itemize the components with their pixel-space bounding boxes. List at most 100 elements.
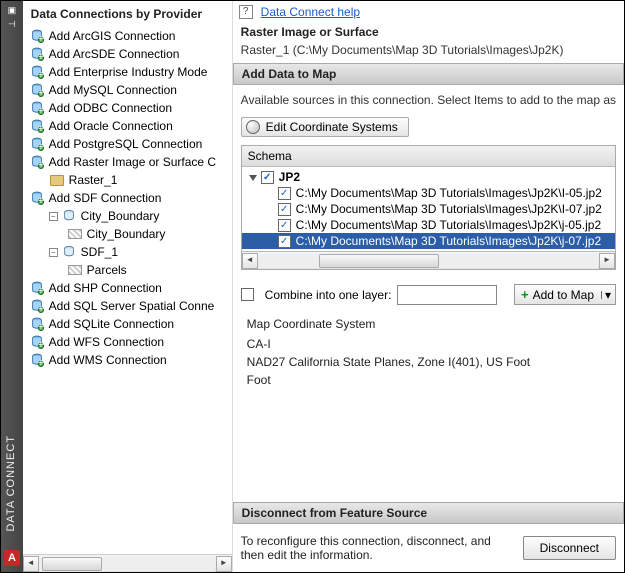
tree-item-label: Add ArcGIS Connection (49, 29, 176, 43)
scroll-right-icon[interactable]: ► (599, 253, 615, 269)
svg-text:+: + (38, 51, 44, 61)
svg-text:+: + (38, 69, 44, 79)
schema-row-label: C:\My Documents\Map 3D Tutorials\Images\… (296, 218, 601, 232)
tree-item[interactable]: + Add SHP Connection (27, 279, 232, 297)
provider-hscroll[interactable]: ◄ ► (23, 554, 232, 572)
database-icon: + (29, 190, 45, 206)
add-data-bar: Add Data to Map (233, 63, 624, 85)
tree-item[interactable]: + Add Raster Image or Surface C (27, 153, 232, 171)
tree-item[interactable]: + Add PostgreSQL Connection (27, 135, 232, 153)
combine-input[interactable] (397, 285, 497, 305)
tree-item[interactable]: + Add ArcSDE Connection (27, 45, 232, 63)
disconnect-text: To reconfigure this connection, disconne… (241, 534, 513, 562)
tree-item[interactable]: +Add WFS Connection (27, 333, 232, 351)
collapse-icon[interactable]: − (49, 212, 58, 221)
scroll-right-icon[interactable]: ► (216, 556, 232, 572)
tree-item[interactable]: Parcels (27, 261, 232, 279)
tree-item[interactable]: + Add Enterprise Industry Mode (27, 63, 232, 81)
svg-text:+: + (38, 105, 44, 115)
schema-root-label: JP2 (279, 170, 300, 184)
svg-text:+: + (38, 303, 44, 313)
collapse-icon[interactable]: − (49, 248, 58, 257)
restore-icon[interactable]: ▣ (7, 5, 17, 15)
coord-title: Map Coordinate System (247, 315, 610, 333)
schema-hscroll[interactable]: ◄ ► (242, 251, 615, 269)
scroll-thumb[interactable] (319, 254, 439, 268)
scroll-left-icon[interactable]: ◄ (242, 253, 258, 269)
add-to-map-button[interactable]: + Add to Map ▾ (514, 284, 616, 305)
database-icon: + (29, 118, 45, 134)
tree-item-label: Add WMS Connection (49, 353, 167, 367)
svg-text:+: + (38, 141, 44, 151)
svg-text:+: + (38, 285, 44, 295)
svg-text:+: + (38, 159, 44, 169)
dropdown-icon[interactable]: ▾ (601, 291, 609, 299)
tree-item[interactable]: + Add SQL Server Spatial Conne (27, 297, 232, 315)
schema-row-checkbox[interactable] (278, 235, 291, 248)
app-logo: A (4, 550, 20, 566)
scroll-thumb[interactable] (42, 557, 102, 571)
tree-item-label: City_Boundary (87, 227, 166, 241)
schema-root-checkbox[interactable] (261, 171, 274, 184)
schema-row[interactable]: C:\My Documents\Map 3D Tutorials\Images\… (242, 201, 615, 217)
edit-coord-label: Edit Coordinate Systems (266, 120, 398, 134)
collapse-icon[interactable] (248, 172, 258, 182)
schema-row-checkbox[interactable] (278, 219, 291, 232)
pin-icon[interactable]: ⊣ (7, 19, 17, 29)
tree-item[interactable]: −SDF_1 (27, 243, 232, 261)
tree-item-label: Add PostgreSQL Connection (49, 137, 203, 151)
svg-text:+: + (38, 357, 44, 367)
provider-tree[interactable]: + Add ArcGIS Connection + Add ArcSDE Connec… (23, 25, 232, 554)
schema-root[interactable]: JP2 (242, 169, 615, 185)
database-icon: + (29, 46, 45, 62)
coord-line1: CA-I (247, 335, 610, 353)
schema-row-label: C:\My Documents\Map 3D Tutorials\Images\… (296, 202, 602, 216)
tree-item[interactable]: City_Boundary (27, 225, 232, 243)
tree-item[interactable]: + Add WMS Connection (27, 351, 232, 369)
tree-item-label: Add SHP Connection (49, 281, 162, 295)
globe-icon (246, 120, 260, 134)
tree-item-label: Parcels (87, 263, 127, 277)
tree-item[interactable]: + Add ODBC Connection (27, 99, 232, 117)
schema-body[interactable]: JP2C:\My Documents\Map 3D Tutorials\Imag… (242, 167, 615, 251)
schema-row-label: C:\My Documents\Map 3D Tutorials\Images\… (296, 234, 601, 248)
disconnect-button[interactable]: Disconnect (523, 536, 616, 560)
svg-text:+: + (38, 339, 44, 349)
schema-row[interactable]: C:\My Documents\Map 3D Tutorials\Images\… (242, 185, 615, 201)
source-path: Raster_1 (C:\My Documents\Map 3D Tutoria… (233, 43, 624, 63)
tree-item[interactable]: −City_Boundary (27, 207, 232, 225)
tree-item[interactable]: + Add SDF Connection (27, 189, 232, 207)
schema-row[interactable]: C:\My Documents\Map 3D Tutorials\Images\… (242, 217, 615, 233)
connection-icon (61, 244, 77, 260)
tree-item[interactable]: + Add ArcGIS Connection (27, 27, 232, 45)
schema-row[interactable]: C:\My Documents\Map 3D Tutorials\Images\… (242, 233, 615, 249)
combine-checkbox[interactable] (241, 288, 254, 301)
tree-item[interactable]: Raster_1 (27, 171, 232, 189)
svg-text:+: + (38, 195, 44, 205)
schema-row-checkbox[interactable] (278, 187, 291, 200)
tree-item[interactable]: +Add MySQL Connection (27, 81, 232, 99)
help-icon[interactable]: ? (239, 5, 253, 19)
help-link[interactable]: Data Connect help (261, 5, 360, 19)
schema-row-checkbox[interactable] (278, 203, 291, 216)
tree-item-label: Add ODBC Connection (49, 101, 172, 115)
tree-item-label: Add SQL Server Spatial Conne (49, 299, 215, 313)
edit-coord-button[interactable]: Edit Coordinate Systems (241, 117, 409, 137)
schema-box: Schema JP2C:\My Documents\Map 3D Tutoria… (241, 145, 616, 270)
tree-item[interactable]: +Add SQLite Connection (27, 315, 232, 333)
tree-item-label: Add ArcSDE Connection (49, 47, 180, 61)
svg-text:+: + (38, 123, 44, 133)
tree-item[interactable]: +Add Oracle Connection (27, 117, 232, 135)
connection-icon (61, 208, 77, 224)
database-icon: + (29, 82, 45, 98)
panel-title: DATA CONNECT (5, 435, 17, 532)
svg-text:+: + (38, 33, 44, 43)
database-icon: + (29, 316, 45, 332)
tree-item-label: Add SDF Connection (49, 191, 162, 205)
combine-label: Combine into one layer: (265, 288, 392, 302)
svg-text:+: + (38, 321, 44, 331)
provider-pane: Data Connections by Provider +Add ArcGIS… (23, 1, 233, 572)
scroll-left-icon[interactable]: ◄ (23, 556, 39, 572)
tree-item-label: Add Enterprise Industry Mode (49, 65, 208, 79)
tree-item-label: Add Raster Image or Surface C (49, 155, 216, 169)
